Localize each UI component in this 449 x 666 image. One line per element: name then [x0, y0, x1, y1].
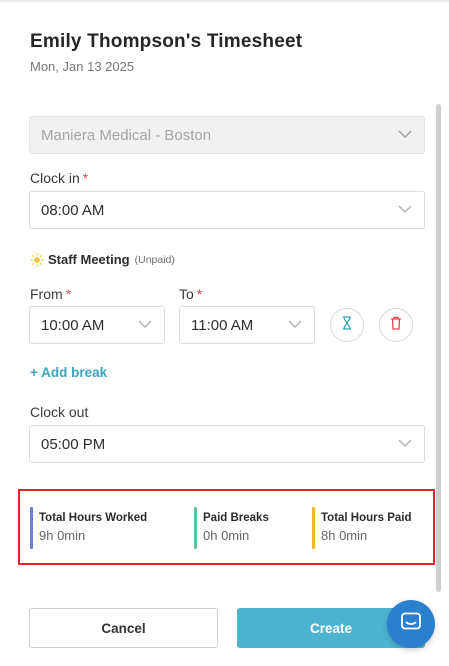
- chevron-down-icon: [398, 204, 412, 214]
- summary-label: Paid Breaks: [203, 512, 269, 524]
- location-select: Maniera Medical - Boston: [29, 116, 425, 154]
- hours-summary: Total Hours Worked 9h 0min Paid Breaks 0…: [18, 489, 435, 565]
- chevron-down-icon: [398, 438, 412, 448]
- summary-color-bar: [312, 507, 315, 549]
- summary-value: 8h 0min: [321, 528, 368, 543]
- clock-out-label: Clock out: [30, 404, 89, 420]
- clock-in-select[interactable]: 08:00 AM: [29, 191, 425, 229]
- delete-break-button[interactable]: [379, 308, 413, 342]
- break-to-select[interactable]: 11:00 AM: [179, 306, 315, 344]
- clock-out-select[interactable]: 05:00 PM: [29, 425, 425, 463]
- cancel-button[interactable]: Cancel: [29, 608, 218, 648]
- top-divider: [0, 0, 449, 2]
- break-header: Staff Meeting (Unpaid): [30, 252, 175, 267]
- chevron-down-icon: [138, 319, 152, 329]
- from-label: From *: [30, 286, 72, 302]
- chat-button[interactable]: [387, 600, 435, 648]
- summary-label: Total Hours Worked: [39, 512, 148, 524]
- required-marker: *: [196, 286, 203, 302]
- chat-icon: [400, 612, 422, 637]
- break-from-select[interactable]: 10:00 AM: [29, 306, 165, 344]
- page-date: Mon, Jan 13 2025: [30, 59, 135, 74]
- break-name: Staff Meeting: [48, 252, 130, 267]
- page-title: Emily Thompson's Timesheet: [30, 31, 303, 52]
- summary-total-hours-paid: Total Hours Paid 8h 0min: [312, 507, 432, 549]
- summary-color-bar: [30, 507, 33, 549]
- summary-color-bar: [194, 507, 197, 549]
- chevron-down-icon: [288, 319, 302, 329]
- add-break-link[interactable]: + Add break: [30, 365, 107, 380]
- required-marker: *: [65, 286, 72, 302]
- summary-paid-breaks: Paid Breaks 0h 0min: [194, 507, 304, 549]
- break-timer-button[interactable]: [330, 308, 364, 342]
- location-value: Maniera Medical - Boston: [41, 126, 212, 144]
- clock-out-value: 05:00 PM: [41, 435, 106, 453]
- required-marker: *: [82, 170, 89, 186]
- break-from-value: 10:00 AM: [41, 316, 105, 334]
- break-type: (Unpaid): [134, 253, 175, 266]
- summary-value: 9h 0min: [39, 528, 86, 543]
- summary-value: 0h 0min: [203, 528, 250, 543]
- break-to-value: 11:00 AM: [191, 316, 254, 334]
- trash-icon: [390, 316, 402, 335]
- summary-label: Total Hours Paid: [321, 512, 412, 524]
- summary-total-hours-worked: Total Hours Worked 9h 0min: [30, 507, 180, 549]
- hourglass-icon: [341, 315, 353, 335]
- to-label: To *: [179, 286, 203, 302]
- chevron-down-icon: [398, 129, 412, 139]
- sun-icon: [30, 253, 44, 267]
- scrollbar[interactable]: [436, 104, 441, 592]
- clock-in-label: Clock in *: [30, 170, 89, 186]
- clock-in-value: 08:00 AM: [41, 201, 105, 219]
